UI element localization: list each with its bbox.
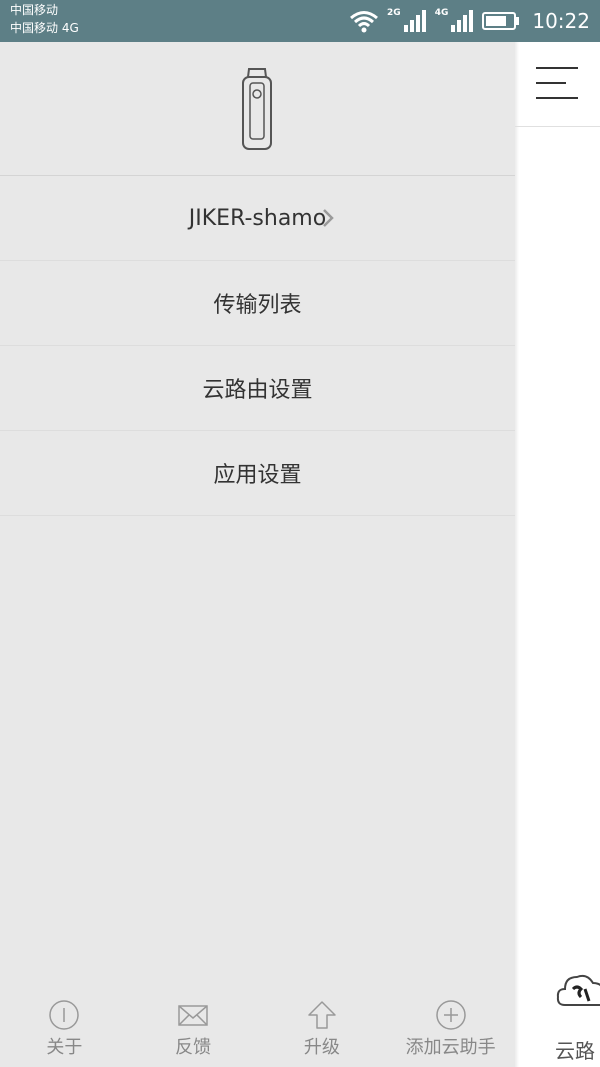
- feedback-button[interactable]: 反馈: [129, 987, 258, 1067]
- router-device-icon: [242, 68, 272, 150]
- add-cloud-assistant-label: 添加云助手: [405, 1037, 496, 1058]
- plus-circle-icon: [435, 1000, 466, 1030]
- drawer-menu: JIKER-shamo 传输列表 云路由设置 应用设置: [0, 176, 515, 516]
- about-label: 关于: [46, 1037, 83, 1058]
- drawer-bottom-bar: 关于 反馈 升级 添加云助手: [0, 987, 515, 1067]
- upgrade-label: 升级: [303, 1037, 340, 1058]
- menu-item-transfer-list[interactable]: 传输列表: [0, 261, 515, 346]
- device-name: JIKER-shamo: [188, 205, 327, 231]
- status-bar: 中国移动 中国移动 4G 2G 4G 10:22: [0, 0, 600, 42]
- hamburger-menu-icon[interactable]: [536, 64, 578, 102]
- menu-item-label: 传输列表: [213, 293, 302, 318]
- carrier-line-2: 中国移动 4G: [10, 21, 79, 35]
- envelope-icon: [178, 1005, 208, 1026]
- network-tag-4g: 4G: [434, 8, 449, 18]
- drawer-shadow: [515, 42, 519, 1067]
- battery-icon: [482, 12, 520, 30]
- arrow-up-icon: [308, 1001, 336, 1029]
- menu-item-router-settings[interactable]: 云路由设置: [0, 346, 515, 431]
- device-selector[interactable]: JIKER-shamo: [0, 176, 515, 261]
- menu-item-label: 应用设置: [213, 463, 302, 488]
- cloud-logo-icon: [556, 974, 600, 1006]
- menu-item-label: 云路由设置: [202, 378, 313, 403]
- main-header: [515, 42, 600, 127]
- clock: 10:22: [532, 9, 590, 33]
- menu-item-app-settings[interactable]: 应用设置: [0, 431, 515, 516]
- navigation-drawer: JIKER-shamo 传输列表 云路由设置 应用设置 关于 反馈 升级 添加云…: [0, 42, 515, 1067]
- signal-icon: [451, 10, 474, 32]
- device-header: [0, 42, 515, 176]
- chevron-right-icon: [323, 209, 334, 227]
- info-circle-icon: [49, 1000, 80, 1030]
- upgrade-button[interactable]: 升级: [258, 987, 387, 1067]
- main-panel[interactable]: 云路: [515, 42, 600, 1067]
- carrier-line-1: 中国移动: [10, 3, 59, 17]
- about-button[interactable]: 关于: [0, 987, 129, 1067]
- add-cloud-assistant-button[interactable]: 添加云助手: [386, 987, 515, 1067]
- signal-icon: [403, 10, 426, 32]
- status-indicators: 2G 4G 10:22: [349, 0, 590, 42]
- wifi-icon: [350, 11, 379, 33]
- network-tag-2g: 2G: [387, 8, 401, 18]
- feedback-label: 反馈: [175, 1037, 212, 1058]
- cloud-router-label: 云路: [555, 1039, 595, 1063]
